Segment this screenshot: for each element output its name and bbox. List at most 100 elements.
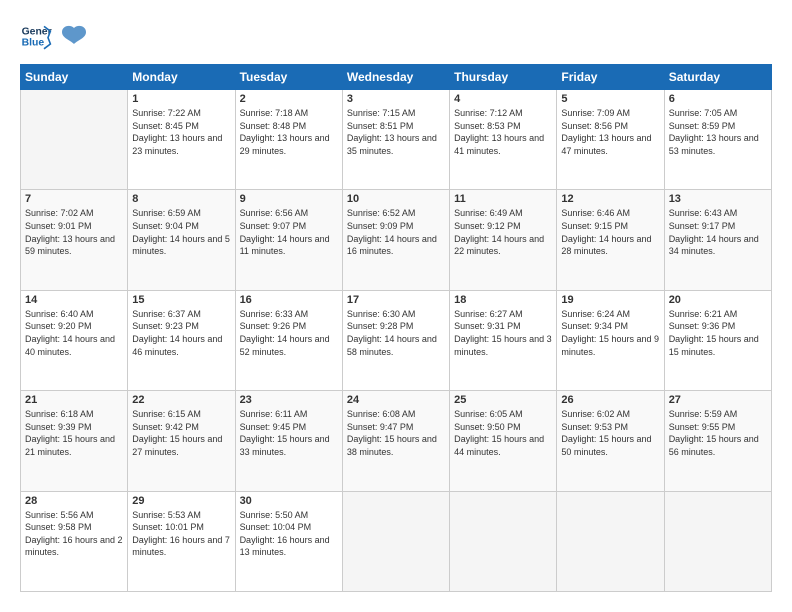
day-header-thursday: Thursday [450,65,557,90]
week-row-3: 14 Sunrise: 6:40 AMSunset: 9:20 PMDaylig… [21,290,772,390]
day-info: Sunrise: 7:15 AMSunset: 8:51 PMDaylight:… [347,107,445,157]
day-info: Sunrise: 6:18 AMSunset: 9:39 PMDaylight:… [25,408,123,458]
week-row-1: 1 Sunrise: 7:22 AMSunset: 8:45 PMDayligh… [21,90,772,190]
day-number: 8 [132,193,230,205]
day-info: Sunrise: 6:37 AMSunset: 9:23 PMDaylight:… [132,308,230,358]
day-number: 22 [132,394,230,406]
day-info: Sunrise: 6:59 AMSunset: 9:04 PMDaylight:… [132,207,230,257]
day-number: 14 [25,294,123,306]
day-cell: 1 Sunrise: 7:22 AMSunset: 8:45 PMDayligh… [128,90,235,190]
day-cell: 10 Sunrise: 6:52 AMSunset: 9:09 PMDaylig… [342,190,449,290]
day-cell: 6 Sunrise: 7:05 AMSunset: 8:59 PMDayligh… [664,90,771,190]
day-info: Sunrise: 7:02 AMSunset: 9:01 PMDaylight:… [25,207,123,257]
header: General Blue [20,20,772,52]
day-number: 23 [240,394,338,406]
day-number: 9 [240,193,338,205]
day-number: 17 [347,294,445,306]
day-cell: 11 Sunrise: 6:49 AMSunset: 9:12 PMDaylig… [450,190,557,290]
day-number: 30 [240,495,338,507]
day-cell: 23 Sunrise: 6:11 AMSunset: 9:45 PMDaylig… [235,391,342,491]
day-cell: 9 Sunrise: 6:56 AMSunset: 9:07 PMDayligh… [235,190,342,290]
day-cell: 26 Sunrise: 6:02 AMSunset: 9:53 PMDaylig… [557,391,664,491]
day-number: 5 [561,93,659,105]
day-header-wednesday: Wednesday [342,65,449,90]
day-header-friday: Friday [557,65,664,90]
day-cell: 24 Sunrise: 6:08 AMSunset: 9:47 PMDaylig… [342,391,449,491]
day-header-monday: Monday [128,65,235,90]
day-number: 19 [561,294,659,306]
day-info: Sunrise: 7:12 AMSunset: 8:53 PMDaylight:… [454,107,552,157]
day-cell: 30 Sunrise: 5:50 AMSunset: 10:04 PMDayli… [235,491,342,591]
day-number: 10 [347,193,445,205]
day-header-sunday: Sunday [21,65,128,90]
day-info: Sunrise: 6:33 AMSunset: 9:26 PMDaylight:… [240,308,338,358]
week-row-5: 28 Sunrise: 5:56 AMSunset: 9:58 PMDaylig… [21,491,772,591]
day-info: Sunrise: 5:53 AMSunset: 10:01 PMDaylight… [132,509,230,559]
page: General Blue SundayMondayTuesdayWednesda… [0,0,792,612]
day-info: Sunrise: 6:52 AMSunset: 9:09 PMDaylight:… [347,207,445,257]
day-cell [664,491,771,591]
day-cell: 13 Sunrise: 6:43 AMSunset: 9:17 PMDaylig… [664,190,771,290]
day-info: Sunrise: 5:56 AMSunset: 9:58 PMDaylight:… [25,509,123,559]
day-number: 3 [347,93,445,105]
day-cell: 2 Sunrise: 7:18 AMSunset: 8:48 PMDayligh… [235,90,342,190]
day-cell: 22 Sunrise: 6:15 AMSunset: 9:42 PMDaylig… [128,391,235,491]
day-header-saturday: Saturday [664,65,771,90]
day-info: Sunrise: 6:43 AMSunset: 9:17 PMDaylight:… [669,207,767,257]
day-cell: 3 Sunrise: 7:15 AMSunset: 8:51 PMDayligh… [342,90,449,190]
day-info: Sunrise: 6:05 AMSunset: 9:50 PMDaylight:… [454,408,552,458]
logo-icon: General Blue [20,20,52,52]
day-cell: 4 Sunrise: 7:12 AMSunset: 8:53 PMDayligh… [450,90,557,190]
day-cell: 14 Sunrise: 6:40 AMSunset: 9:20 PMDaylig… [21,290,128,390]
header-row: SundayMondayTuesdayWednesdayThursdayFrid… [21,65,772,90]
day-number: 2 [240,93,338,105]
day-number: 11 [454,193,552,205]
day-info: Sunrise: 7:18 AMSunset: 8:48 PMDaylight:… [240,107,338,157]
day-cell [450,491,557,591]
day-number: 6 [669,93,767,105]
day-cell: 20 Sunrise: 6:21 AMSunset: 9:36 PMDaylig… [664,290,771,390]
day-number: 25 [454,394,552,406]
day-number: 29 [132,495,230,507]
week-row-2: 7 Sunrise: 7:02 AMSunset: 9:01 PMDayligh… [21,190,772,290]
calendar: SundayMondayTuesdayWednesdayThursdayFrid… [20,64,772,592]
day-number: 7 [25,193,123,205]
day-info: Sunrise: 6:46 AMSunset: 9:15 PMDaylight:… [561,207,659,257]
day-cell: 5 Sunrise: 7:09 AMSunset: 8:56 PMDayligh… [557,90,664,190]
day-cell: 18 Sunrise: 6:27 AMSunset: 9:31 PMDaylig… [450,290,557,390]
day-info: Sunrise: 6:56 AMSunset: 9:07 PMDaylight:… [240,207,338,257]
day-header-tuesday: Tuesday [235,65,342,90]
day-info: Sunrise: 6:15 AMSunset: 9:42 PMDaylight:… [132,408,230,458]
day-info: Sunrise: 6:40 AMSunset: 9:20 PMDaylight:… [25,308,123,358]
day-info: Sunrise: 6:27 AMSunset: 9:31 PMDaylight:… [454,308,552,358]
day-number: 18 [454,294,552,306]
day-info: Sunrise: 6:08 AMSunset: 9:47 PMDaylight:… [347,408,445,458]
day-info: Sunrise: 6:02 AMSunset: 9:53 PMDaylight:… [561,408,659,458]
day-cell: 19 Sunrise: 6:24 AMSunset: 9:34 PMDaylig… [557,290,664,390]
day-number: 26 [561,394,659,406]
day-info: Sunrise: 7:22 AMSunset: 8:45 PMDaylight:… [132,107,230,157]
day-cell [342,491,449,591]
day-cell: 28 Sunrise: 5:56 AMSunset: 9:58 PMDaylig… [21,491,128,591]
day-number: 27 [669,394,767,406]
day-info: Sunrise: 5:50 AMSunset: 10:04 PMDaylight… [240,509,338,559]
day-number: 16 [240,294,338,306]
day-number: 12 [561,193,659,205]
day-info: Sunrise: 5:59 AMSunset: 9:55 PMDaylight:… [669,408,767,458]
day-info: Sunrise: 6:21 AMSunset: 9:36 PMDaylight:… [669,308,767,358]
day-number: 4 [454,93,552,105]
day-number: 24 [347,394,445,406]
logo: General Blue [20,20,88,52]
day-cell: 17 Sunrise: 6:30 AMSunset: 9:28 PMDaylig… [342,290,449,390]
day-number: 13 [669,193,767,205]
day-info: Sunrise: 7:05 AMSunset: 8:59 PMDaylight:… [669,107,767,157]
logo-bird-icon [60,24,88,48]
day-cell: 27 Sunrise: 5:59 AMSunset: 9:55 PMDaylig… [664,391,771,491]
day-number: 28 [25,495,123,507]
svg-text:Blue: Blue [22,38,45,49]
day-info: Sunrise: 6:24 AMSunset: 9:34 PMDaylight:… [561,308,659,358]
day-cell: 8 Sunrise: 6:59 AMSunset: 9:04 PMDayligh… [128,190,235,290]
day-cell: 21 Sunrise: 6:18 AMSunset: 9:39 PMDaylig… [21,391,128,491]
day-number: 1 [132,93,230,105]
day-info: Sunrise: 7:09 AMSunset: 8:56 PMDaylight:… [561,107,659,157]
